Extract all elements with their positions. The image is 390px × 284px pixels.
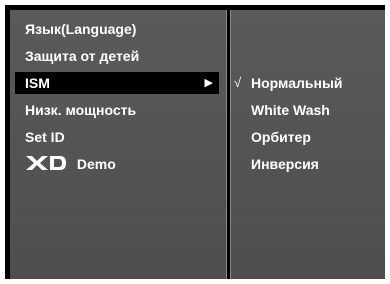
osd-menu-frame: Язык(Language) Защита от детей ISM ▶ Низ…	[5, 5, 385, 279]
menu-item-label: Set ID	[25, 129, 65, 145]
menu-item-label: Низк. мощность	[25, 102, 137, 118]
submenu-item-inversion[interactable]: Инверсия	[251, 153, 319, 175]
submenu-panel: √ Нормальный White Wash Орбитер Инверсия	[230, 10, 385, 279]
submenu-item-label: Инверсия	[251, 156, 319, 172]
menu-item-label: Demo	[76, 156, 116, 172]
submenu-item-label: White Wash	[251, 102, 330, 118]
menu-item-label: Язык(Language)	[25, 21, 137, 37]
submenu-item-normal[interactable]: Нормальный	[251, 72, 343, 94]
menu-item-label: Защита от детей	[25, 48, 140, 64]
submenu-item-orbiter[interactable]: Орбитер	[251, 126, 311, 148]
xd-logo: XD	[25, 155, 66, 171]
menu-item-low-power[interactable]: Низк. мощность	[25, 99, 220, 121]
right-triangle-icon: ▶	[204, 77, 213, 89]
menu-item-ism[interactable]: ISM ▶	[15, 72, 219, 94]
submenu-item-label: Орбитер	[251, 129, 311, 145]
menu-item-language[interactable]: Язык(Language)	[25, 18, 220, 40]
menu-item-xd-demo[interactable]: XD Demo	[25, 153, 220, 175]
check-mark-icon: √	[234, 75, 242, 90]
menu-item-child-lock[interactable]: Защита от детей	[25, 45, 220, 67]
menu-item-set-id[interactable]: Set ID	[25, 126, 220, 148]
xd-logo-text: XD	[25, 155, 27, 156]
main-menu-panel: Язык(Language) Защита от детей ISM ▶ Низ…	[10, 10, 227, 279]
submenu-item-label: Нормальный	[251, 75, 343, 91]
submenu-item-white-wash[interactable]: White Wash	[251, 99, 330, 121]
menu-item-label: ISM	[25, 75, 50, 91]
